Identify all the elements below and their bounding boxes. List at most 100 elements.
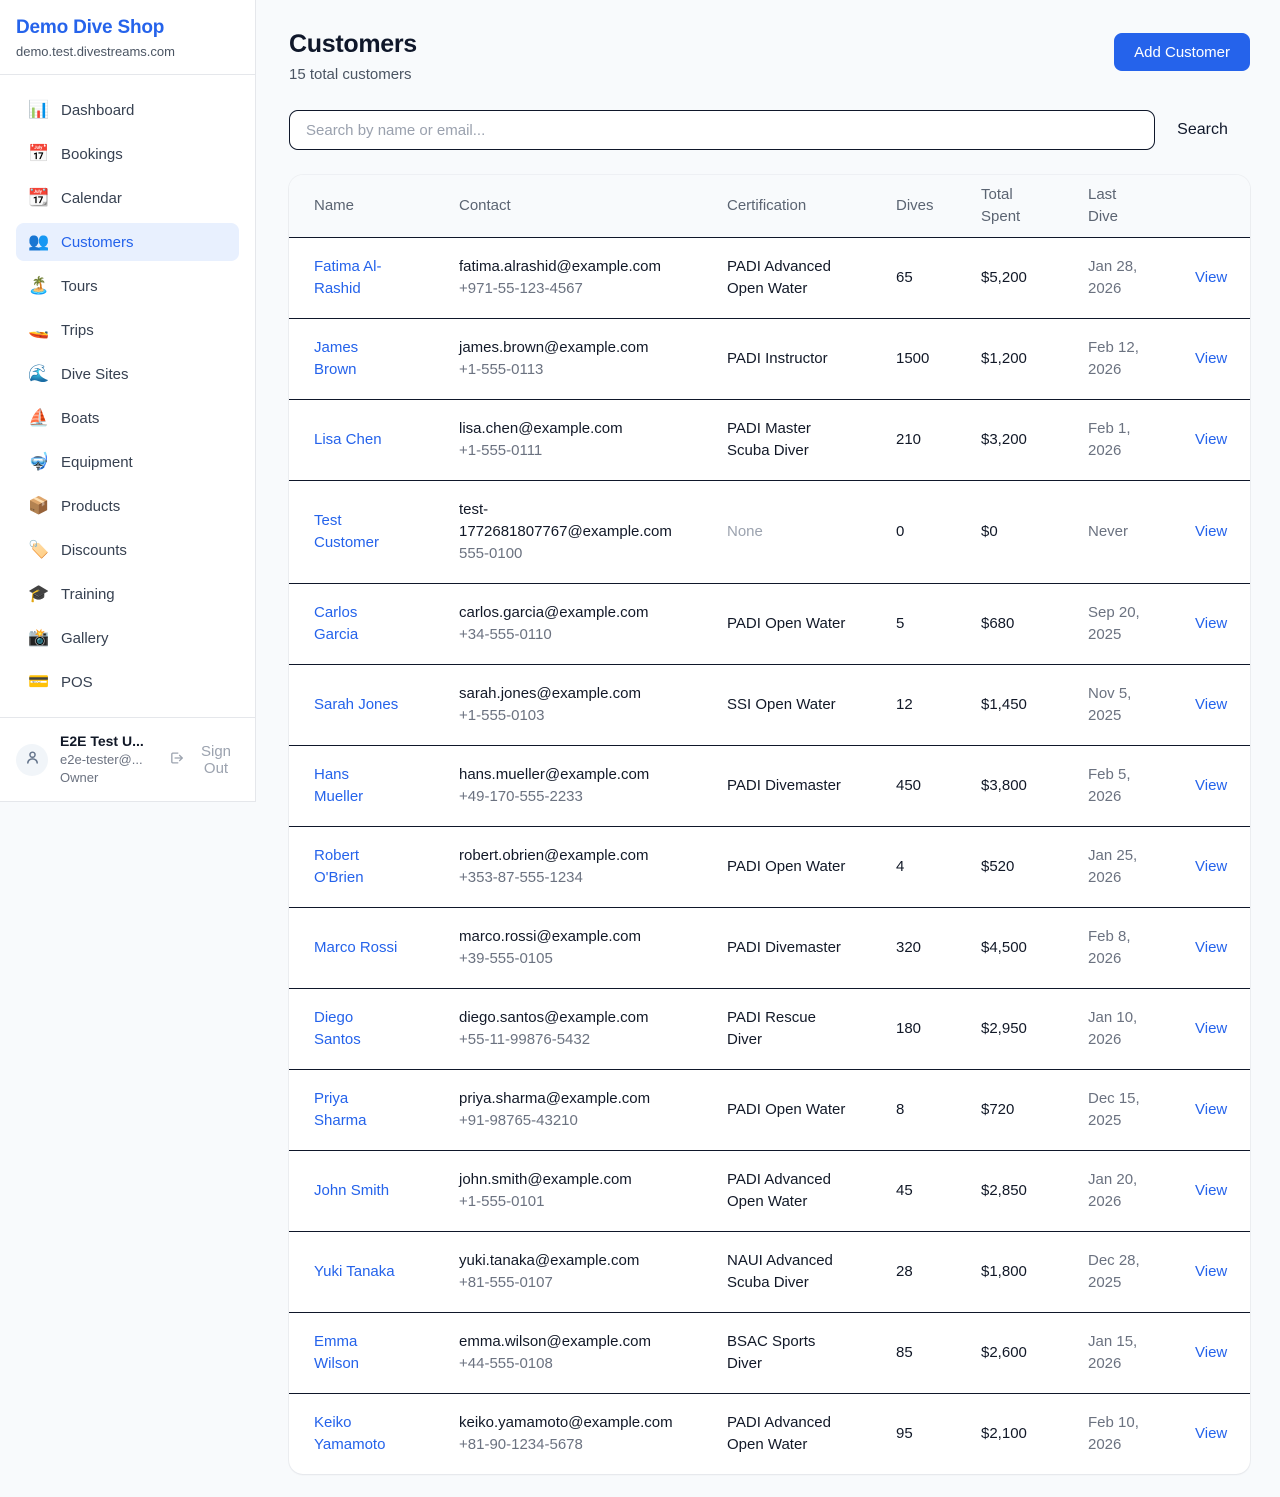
customer-total-spent: $720: [981, 1070, 1088, 1151]
customer-email: robert.obrien@example.com: [459, 845, 679, 867]
customer-name-link[interactable]: Yuki Tanaka: [314, 1261, 395, 1283]
view-customer-link[interactable]: View: [1195, 939, 1227, 956]
view-customer-link[interactable]: View: [1195, 858, 1227, 875]
table-row: Carlos Garciacarlos.garcia@example.com+3…: [289, 584, 1250, 665]
sidebar-item-trips[interactable]: 🚤Trips: [16, 311, 239, 349]
table-row: Marco Rossimarco.rossi@example.com+39-55…: [289, 908, 1250, 989]
sidebar-item-calendar[interactable]: 📆Calendar: [16, 179, 239, 217]
customer-phone: +1-555-0101: [459, 1191, 715, 1213]
view-customer-link[interactable]: View: [1195, 1182, 1227, 1199]
brand-block: Demo Dive Shop demo.test.divestreams.com: [0, 0, 255, 75]
view-customer-link[interactable]: View: [1195, 777, 1227, 794]
customer-email: emma.wilson@example.com: [459, 1331, 679, 1353]
customer-certification: PADI Master Scuba Diver: [727, 418, 849, 462]
view-customer-link[interactable]: View: [1195, 696, 1227, 713]
customer-name-link[interactable]: Test Customer: [314, 510, 400, 554]
customer-name-link[interactable]: Carlos Garcia: [314, 602, 400, 646]
page-header: Customers 15 total customers Add Custome…: [289, 30, 1250, 83]
table-row: Lisa Chen lisa.chen@example.com+1-555-011…: [289, 400, 1250, 481]
view-customer-link[interactable]: View: [1195, 350, 1227, 367]
sidebar-item-label: Boats: [61, 410, 99, 427]
sidebar-item-pos[interactable]: 💳POS: [16, 663, 239, 701]
customer-name-link[interactable]: John Smith: [314, 1180, 389, 1202]
sidebar-item-label: Training: [61, 586, 115, 603]
sidebar-item-bookings[interactable]: 📅Bookings: [16, 135, 239, 173]
sidebar-nav: 📊Dashboard 📅Bookings 📆Calendar 👥Customers 🏝️…: [0, 75, 255, 717]
customers-table: NameContactCertificationDivesTotal Spent…: [289, 175, 1250, 1474]
customer-email: fatima.alrashid@example.com: [459, 256, 679, 278]
sidebar-item-discounts[interactable]: 🏷️ Discounts: [16, 531, 239, 569]
customer-dives: 28: [896, 1232, 981, 1313]
table-header-row: NameContactCertificationDivesTotal Spent…: [289, 175, 1250, 238]
customer-total-spent: $520: [981, 827, 1088, 908]
sidebar-item-boats[interactable]: ⛵Boats: [16, 399, 239, 437]
sidebar-item-training[interactable]: 🎓Training: [16, 575, 239, 613]
view-customer-link[interactable]: View: [1195, 615, 1227, 632]
sign-out-button[interactable]: Sign Out: [168, 743, 241, 777]
diving-mask-icon: 🤿: [28, 452, 48, 472]
sidebar-item-label: Discounts: [61, 542, 127, 559]
customer-last-dive: Feb 1, 2026: [1088, 418, 1152, 462]
customer-certification: PADI Open Water: [727, 856, 845, 878]
sidebar-item-equipment[interactable]: 🤿 Equipment: [16, 443, 239, 481]
customer-name-link[interactable]: Keiko Yamamoto: [314, 1412, 400, 1456]
sidebar-item-gallery[interactable]: 📸Gallery: [16, 619, 239, 657]
view-customer-link[interactable]: View: [1195, 523, 1227, 540]
sidebar-item-label: Trips: [61, 322, 94, 339]
customer-name-link[interactable]: Sarah Jones: [314, 694, 398, 716]
customer-phone: +1-555-0111: [459, 440, 715, 462]
view-customer-link[interactable]: View: [1195, 431, 1227, 448]
customer-phone: +44-555-0108: [459, 1353, 715, 1375]
view-customer-link[interactable]: View: [1195, 269, 1227, 286]
page-title: Customers: [289, 30, 417, 59]
customer-phone: +55-11-99876-5432: [459, 1029, 715, 1051]
label-tag-icon: 🏷️: [28, 540, 48, 560]
sidebar-item-products[interactable]: 📦Products: [16, 487, 239, 525]
column-header-total: Total Spent: [981, 175, 1088, 238]
view-customer-link[interactable]: View: [1195, 1020, 1227, 1037]
customer-phone: +81-555-0107: [459, 1272, 715, 1294]
view-customer-link[interactable]: View: [1195, 1101, 1227, 1118]
customer-name-link[interactable]: Diego Santos: [314, 1007, 400, 1051]
customer-dives: 450: [896, 746, 981, 827]
search-row: Search: [289, 110, 1250, 150]
sidebar-item-dashboard[interactable]: 📊Dashboard: [16, 91, 239, 129]
customer-name-link[interactable]: James Brown: [314, 337, 400, 381]
user-info: E2E Test U... e2e-tester@... Owner: [60, 732, 156, 787]
search-button[interactable]: Search: [1155, 121, 1250, 139]
customer-email: lisa.chen@example.com: [459, 418, 679, 440]
sidebar-item-dive-sites[interactable]: 🌊Dive Sites: [16, 355, 239, 393]
table-row: Sarah Jonessarah.jones@example.com+1-555…: [289, 665, 1250, 746]
customer-total-spent: $2,100: [981, 1394, 1088, 1475]
avatar: [16, 744, 48, 776]
sidebar-item-tours[interactable]: 🏝️Tours: [16, 267, 239, 305]
customer-name-link[interactable]: Marco Rossi: [314, 937, 397, 959]
customer-certification: PADI Rescue Diver: [727, 1007, 849, 1051]
customer-total-spent: $2,850: [981, 1151, 1088, 1232]
customer-email: james.brown@example.com: [459, 337, 679, 359]
customer-name-link[interactable]: Lisa Chen: [314, 429, 382, 451]
view-customer-link[interactable]: View: [1195, 1263, 1227, 1280]
customer-total-spent: $1,800: [981, 1232, 1088, 1313]
view-customer-link[interactable]: View: [1195, 1344, 1227, 1361]
sidebar-item-label: Calendar: [61, 190, 122, 207]
customer-name-link[interactable]: Fatima Al-Rashid: [314, 256, 400, 300]
customer-name-link[interactable]: Robert O'Brien: [314, 845, 400, 889]
customer-last-dive: Feb 5, 2026: [1088, 764, 1152, 808]
customer-name-link[interactable]: Hans Mueller: [314, 764, 400, 808]
sidebar-item-customers[interactable]: 👥Customers: [16, 223, 239, 261]
sidebar-item-label: Equipment: [61, 454, 133, 471]
view-customer-link[interactable]: View: [1195, 1425, 1227, 1442]
customer-last-dive: Jan 25, 2026: [1088, 845, 1152, 889]
add-customer-button[interactable]: Add Customer: [1114, 33, 1250, 71]
table-row: James Brownjames.brown@example.com+1-555…: [289, 319, 1250, 400]
customers-table-card: NameContactCertificationDivesTotal Spent…: [289, 175, 1250, 1474]
search-input[interactable]: [289, 110, 1155, 150]
calendar-icon: 📅: [28, 144, 48, 164]
main-content: Customers 15 total customers Add Custome…: [256, 0, 1280, 1497]
customer-name-link[interactable]: Emma Wilson: [314, 1331, 400, 1375]
customer-total-spent: $1,200: [981, 319, 1088, 400]
customer-name-link[interactable]: Priya Sharma: [314, 1088, 400, 1132]
customer-total-spent: $0: [981, 481, 1088, 584]
customer-certification: PADI Instructor: [727, 348, 828, 370]
